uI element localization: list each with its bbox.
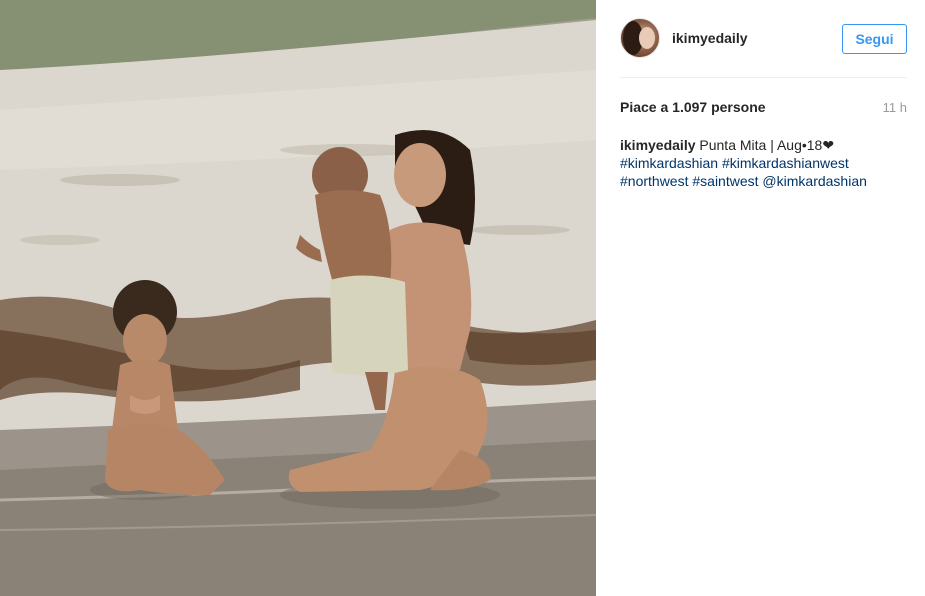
avatar-face-shape (639, 27, 655, 49)
hashtag-northwest[interactable]: #northwest (620, 173, 688, 189)
likes-row: Piace a 1.097 persone 11 h (620, 99, 907, 117)
post-header: ikimyedaily Segui (620, 18, 907, 78)
post-photo[interactable] (0, 0, 596, 596)
caption: ikimyedaily Punta Mita | Aug•18❤ #kimkar… (620, 136, 907, 190)
hashtag-kimkardashianwest[interactable]: #kimkardashianwest (722, 155, 849, 171)
hashtag-saintwest[interactable]: #saintwest (692, 173, 758, 189)
mention-kimkardashian[interactable]: @kimkardashian (762, 173, 866, 189)
caption-text: Punta Mita | Aug•18❤ (699, 137, 835, 153)
avatar[interactable] (620, 18, 660, 58)
caption-username[interactable]: ikimyedaily (620, 137, 696, 153)
post-time[interactable]: 11 h (883, 100, 907, 115)
beach-photo-illustration (0, 0, 596, 596)
post-side-panel: ikimyedaily Segui Piace a 1.097 persone … (596, 0, 925, 596)
hashtag-kimkardashian[interactable]: #kimkardashian (620, 155, 718, 171)
likes-count[interactable]: Piace a 1.097 persone (620, 99, 766, 115)
username-link[interactable]: ikimyedaily (672, 30, 748, 46)
follow-button[interactable]: Segui (842, 24, 907, 54)
